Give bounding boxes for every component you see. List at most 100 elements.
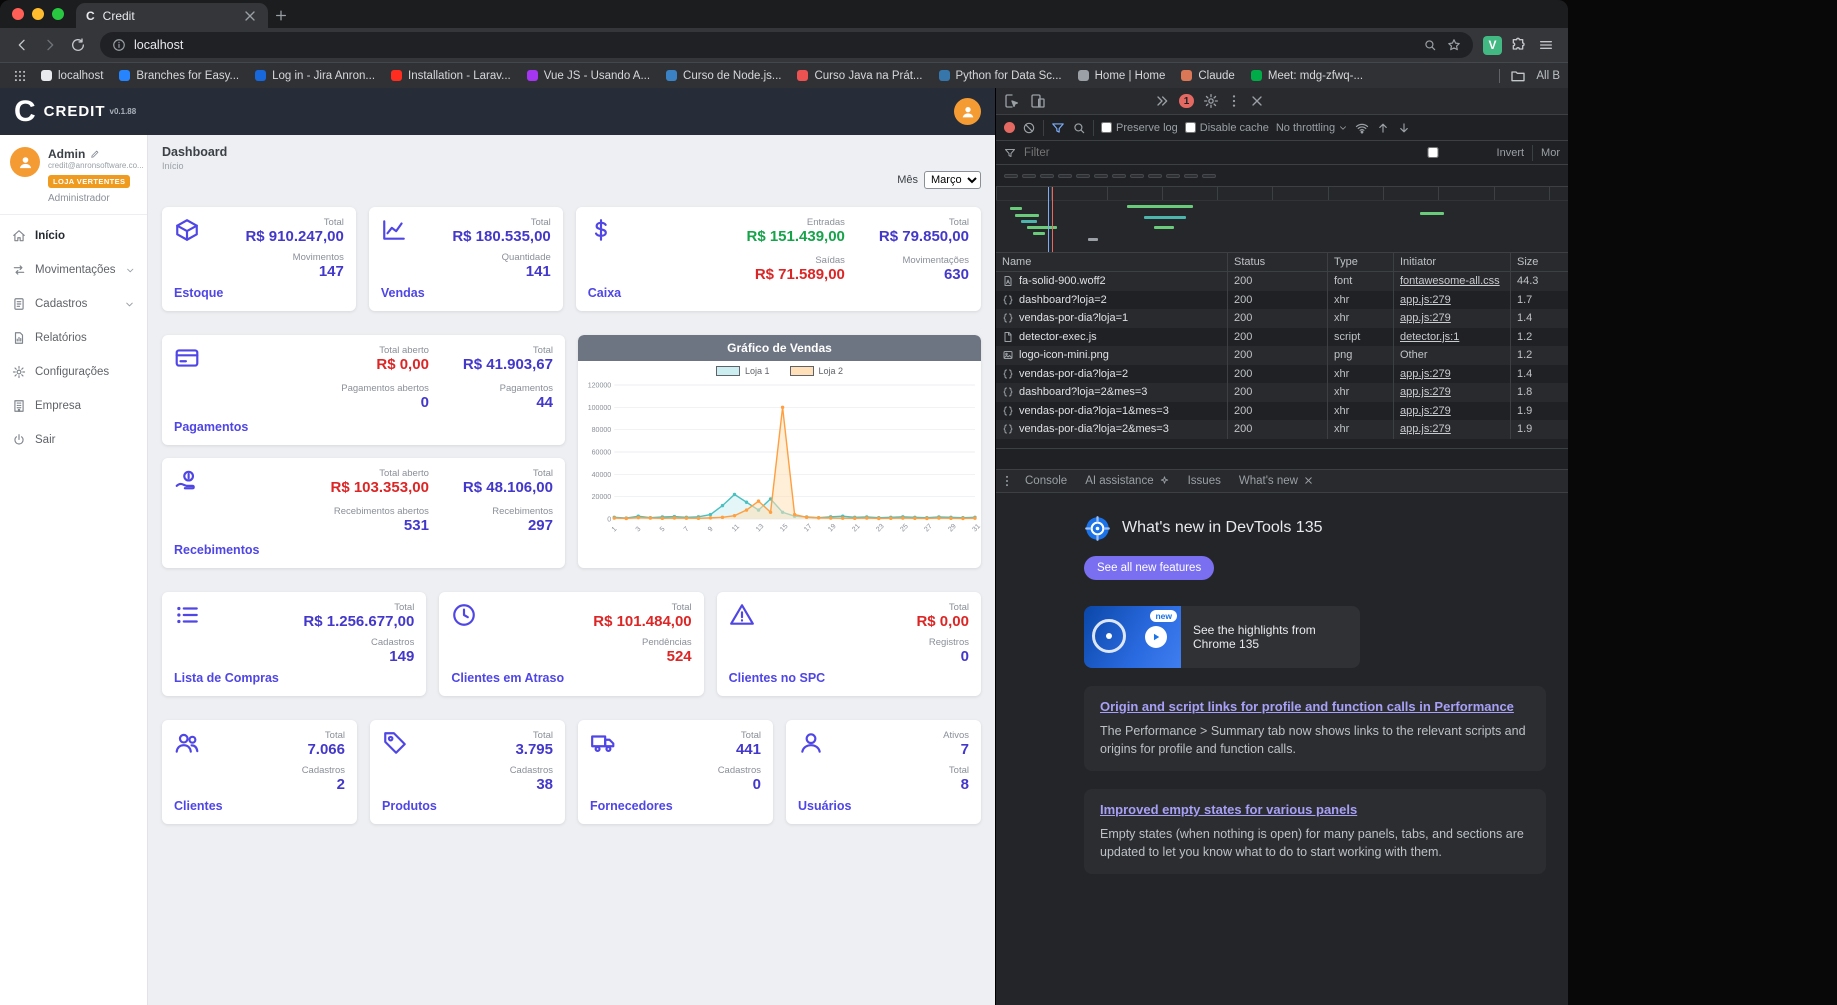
request-type-chip[interactable] xyxy=(1166,173,1180,178)
drawer-tab[interactable]: Issues xyxy=(1179,470,1230,492)
column-header-size[interactable]: Size xyxy=(1511,253,1568,271)
bookmark-item[interactable]: Python for Data Sc... xyxy=(932,68,1069,84)
column-header-type[interactable]: Type xyxy=(1328,253,1394,271)
network-conditions-icon[interactable] xyxy=(1355,121,1369,135)
network-request-row[interactable]: detector-exec.js 200 script detector.js:… xyxy=(996,327,1568,346)
request-type-chip[interactable] xyxy=(1004,173,1018,178)
disable-cache-checkbox[interactable]: Disable cache xyxy=(1184,122,1269,134)
request-type-chip[interactable] xyxy=(1130,173,1144,178)
stat-card[interactable]: Recebimentos Total aberto R$ 103.353,00 xyxy=(162,458,565,568)
sidebar-menu-item[interactable]: Configurações xyxy=(0,355,147,389)
network-request-row[interactable]: vendas-por-dia?loja=2 200 xhr app.js:279… xyxy=(996,364,1568,383)
devtools-settings-icon[interactable] xyxy=(1203,93,1219,109)
request-initiator-link[interactable]: fontawesome-all.css xyxy=(1400,275,1500,287)
minimize-window-button[interactable] xyxy=(32,8,44,20)
bookmark-item[interactable]: Curso Java na Prát... xyxy=(790,68,929,84)
stat-card[interactable]: Fornecedores Total 441 Cadastros 0 xyxy=(578,720,773,824)
request-initiator-link[interactable]: app.js:279 xyxy=(1400,294,1451,306)
column-header-status[interactable]: Status xyxy=(1228,253,1328,271)
import-har-icon[interactable] xyxy=(1376,121,1390,135)
extensions-icon[interactable] xyxy=(1506,33,1530,57)
stat-card[interactable]: Pagamentos Total aberto R$ 0,00 Total R$… xyxy=(162,335,565,445)
request-type-chip[interactable] xyxy=(1202,173,1216,178)
sidebar-menu-item[interactable]: Movimentações xyxy=(0,253,147,287)
request-type-chip[interactable] xyxy=(1094,173,1108,178)
play-icon[interactable] xyxy=(1145,625,1167,648)
devtools-tab[interactable] xyxy=(1135,88,1149,114)
network-request-row[interactable]: dashboard?loja=2&mes=3 200 xhr app.js:27… xyxy=(996,383,1568,402)
filter-input[interactable] xyxy=(1024,146,1144,159)
stat-card[interactable]: Estoque Total R$ 910.247,00 Movimentos 1… xyxy=(162,207,356,311)
bookmark-item[interactable]: Branches for Easy... xyxy=(112,68,246,84)
browser-menu-icon[interactable] xyxy=(1534,33,1558,57)
header-user-avatar[interactable] xyxy=(954,98,981,125)
network-request-row[interactable]: dashboard?loja=2 200 xhr app.js:279 1.7 xyxy=(996,290,1568,309)
throttling-select[interactable]: No throttling xyxy=(1276,122,1348,134)
site-info-icon[interactable] xyxy=(112,38,126,52)
devtools-tab[interactable] xyxy=(1065,88,1079,114)
request-initiator-link[interactable]: Other xyxy=(1400,349,1428,361)
record-network-log-button[interactable] xyxy=(1004,122,1015,133)
request-initiator-link[interactable]: app.js:279 xyxy=(1400,423,1451,435)
maximize-window-button[interactable] xyxy=(52,8,64,20)
error-count-badge[interactable]: 1 xyxy=(1179,94,1194,108)
request-type-chip[interactable] xyxy=(1148,173,1162,178)
export-har-icon[interactable] xyxy=(1397,121,1411,135)
bookmark-item[interactable]: Home | Home xyxy=(1071,68,1173,84)
network-request-row[interactable]: fa-solid-900.woff2 200 font fontawesome-… xyxy=(996,272,1568,291)
request-initiator-link[interactable]: app.js:279 xyxy=(1400,405,1451,417)
see-all-features-button[interactable]: See all new features xyxy=(1084,555,1215,580)
request-type-chip[interactable] xyxy=(1112,173,1126,178)
clear-network-log-icon[interactable] xyxy=(1022,121,1036,135)
request-type-chip[interactable] xyxy=(1040,173,1054,178)
window-controls[interactable] xyxy=(0,0,76,28)
devtools-tab[interactable] xyxy=(1051,88,1065,114)
month-select[interactable]: Março xyxy=(924,171,981,189)
stat-card[interactable]: Clientes Total 7.066 Cadastros 2 xyxy=(162,720,357,824)
request-initiator-link[interactable]: app.js:279 xyxy=(1400,368,1451,380)
article-title-link[interactable]: Improved empty states for various panels xyxy=(1100,802,1530,817)
column-header-initiator[interactable]: Initiator xyxy=(1394,253,1511,271)
network-request-row[interactable]: vendas-por-dia?loja=1&mes=3 200 xhr app.… xyxy=(996,401,1568,420)
request-type-chip[interactable] xyxy=(1184,173,1198,178)
sidebar-menu-item[interactable]: Cadastros xyxy=(0,287,147,321)
edit-profile-icon[interactable] xyxy=(90,149,100,159)
tab-close-icon[interactable] xyxy=(242,8,258,24)
bookmark-item[interactable]: Curso de Node.js... xyxy=(659,68,788,84)
devtools-menu-icon[interactable] xyxy=(1226,93,1242,109)
search-icon[interactable] xyxy=(1423,38,1437,52)
invert-input[interactable] xyxy=(1372,147,1493,158)
legend-item[interactable]: Loja 1 xyxy=(715,366,770,376)
devtools-tab[interactable] xyxy=(1093,88,1107,114)
bookmark-item[interactable]: localhost xyxy=(34,68,110,84)
drawer-tab[interactable]: AI assistance xyxy=(1076,470,1178,492)
device-toolbar-icon[interactable] xyxy=(1030,93,1046,109)
highlights-card[interactable]: new See the highlights from Chrome 135 xyxy=(1084,605,1360,668)
network-overview[interactable] xyxy=(996,187,1568,253)
article-title-link[interactable]: Origin and script links for profile and … xyxy=(1100,699,1530,714)
vue-devtools-extension-icon[interactable]: V xyxy=(1483,35,1502,55)
apps-grid-icon[interactable] xyxy=(8,64,32,88)
bookmark-item[interactable]: Claude xyxy=(1174,68,1241,84)
back-button[interactable] xyxy=(10,33,34,57)
request-type-chip[interactable] xyxy=(1022,173,1036,178)
request-type-chip[interactable] xyxy=(1058,173,1072,178)
sidebar-menu-item[interactable]: Sair xyxy=(0,423,147,457)
forward-button[interactable] xyxy=(38,33,62,57)
drawer-tab-close-icon[interactable] xyxy=(1303,475,1314,486)
address-bar[interactable]: localhost xyxy=(100,32,1473,58)
sidebar-menu-item[interactable]: Empresa xyxy=(0,389,147,423)
request-initiator-link[interactable]: detector.js:1 xyxy=(1400,331,1459,343)
stat-card[interactable]: Caixa Entradas R$ 151.439,00 Total R$ 79… xyxy=(575,207,981,311)
stat-card[interactable]: Clientes no SPC Total R$ 0,00 Registros … xyxy=(716,592,981,696)
network-request-row[interactable]: logo-icon-mini.png 200 png Other 1.2 xyxy=(996,346,1568,365)
new-tab-button[interactable] xyxy=(268,3,294,28)
more-filters-button[interactable]: Mor xyxy=(1541,147,1560,159)
inspect-element-icon[interactable] xyxy=(1004,93,1020,109)
stat-card[interactable]: Vendas Total R$ 180.535,00 Quantidade 14… xyxy=(368,207,563,311)
devtools-close-icon[interactable] xyxy=(1249,93,1265,109)
drawer-tab[interactable]: What's new xyxy=(1230,470,1323,492)
devtools-tab[interactable] xyxy=(1107,88,1121,114)
devtools-tab[interactable] xyxy=(1121,88,1135,114)
all-bookmarks-label[interactable]: All B xyxy=(1536,70,1560,82)
